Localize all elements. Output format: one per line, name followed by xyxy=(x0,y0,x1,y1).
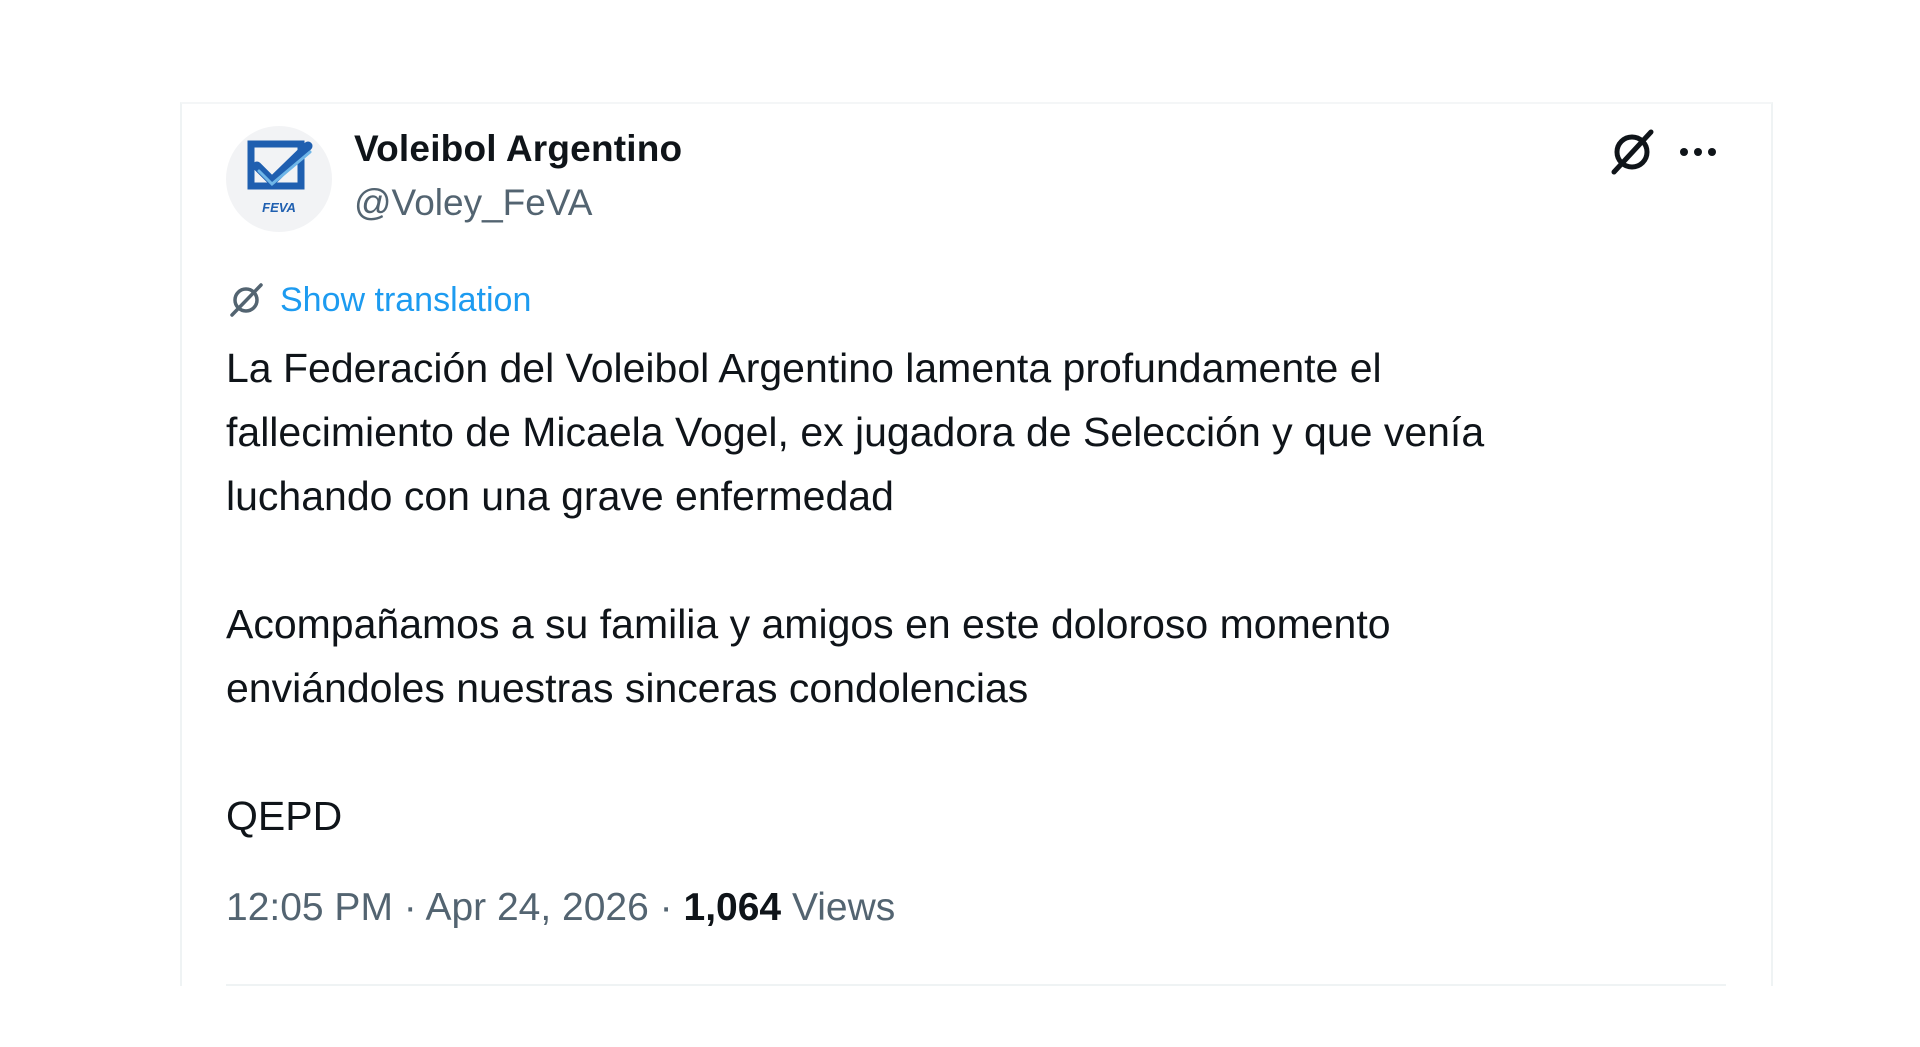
author-handle[interactable]: @Voley_FeVA xyxy=(354,182,592,224)
tweet-card: FEVA Voleibol Argentino @Voley_FeVA Show… xyxy=(180,102,1773,986)
show-translation-label[interactable]: Show translation xyxy=(280,281,531,320)
grok-icon xyxy=(1611,129,1654,175)
avatar-label: FEVA xyxy=(262,200,296,215)
show-translation-link[interactable]: Show translation xyxy=(226,280,531,320)
meta-separator: · xyxy=(659,886,673,929)
tweet-time[interactable]: 12:05 PM xyxy=(226,886,393,929)
tweet-paragraph: QEPD xyxy=(226,793,343,839)
tweet-text: La Federación del Voleibol Argentino lam… xyxy=(226,336,1726,848)
views-label[interactable]: Views xyxy=(792,886,895,929)
grok-button[interactable] xyxy=(1606,126,1658,178)
views-count[interactable]: 1,064 xyxy=(684,886,782,929)
more-options-button[interactable] xyxy=(1674,132,1722,172)
translate-icon xyxy=(230,283,263,317)
avatar[interactable]: FEVA xyxy=(226,126,332,232)
meta-separator: · xyxy=(403,886,417,929)
feva-logo-icon: FEVA xyxy=(247,140,313,215)
tweet-meta: 12:05 PM · Apr 24, 2026 · 1,064 Views xyxy=(226,886,895,930)
more-icon xyxy=(1680,148,1716,156)
divider xyxy=(226,984,1726,986)
tweet-paragraph: La Federación del Voleibol Argentino lam… xyxy=(226,345,1485,519)
author-display-name[interactable]: Voleibol Argentino xyxy=(354,128,682,170)
tweet-date[interactable]: Apr 24, 2026 xyxy=(425,886,648,929)
tweet-paragraph: Acompañamos a su familia y amigos en est… xyxy=(226,601,1391,711)
